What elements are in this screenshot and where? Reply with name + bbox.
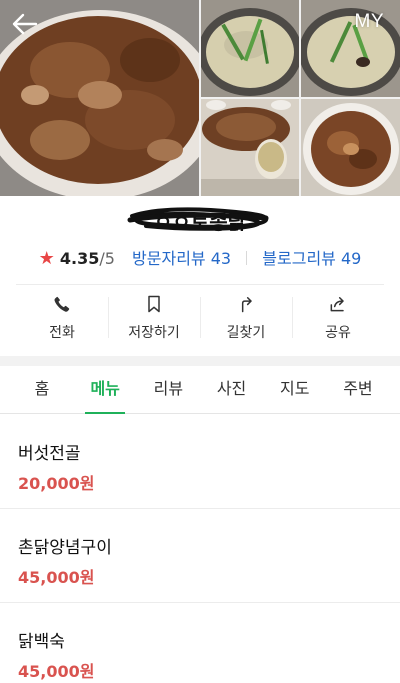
place-detail-page: MY ㅇㅇ토종닭 ★ 4.35/5 방문자리뷰 43 블로그리뷰 49 전화 저… (0, 0, 400, 683)
photo-soup-pot[interactable] (201, 0, 299, 97)
tab-home[interactable]: 홈 (12, 366, 72, 413)
visitor-reviews-link[interactable]: 방문자리뷰 43 (132, 249, 231, 268)
directions-icon (241, 296, 252, 312)
save-button[interactable]: 저장하기 (108, 285, 200, 350)
photo-stir-fry-plate[interactable] (301, 99, 400, 196)
menu-item-name: 닭백숙 (18, 632, 65, 652)
menu-item[interactable]: 촌닭양념구이 45,000원 (0, 509, 400, 603)
menu-item-price: 45,000원 (18, 568, 95, 587)
call-label: 전화 (49, 324, 75, 341)
arrow-left-icon (12, 13, 38, 35)
save-label: 저장하기 (128, 324, 180, 341)
rating-row: ★ 4.35/5 방문자리뷰 43 블로그리뷰 49 (0, 245, 400, 269)
blog-reviews-link[interactable]: 블로그리뷰 49 (262, 249, 361, 268)
tab-reviews[interactable]: 리뷰 (138, 366, 198, 413)
menu-item-price: 20,000원 (18, 474, 95, 493)
section-divider (0, 356, 400, 366)
divider (246, 251, 248, 265)
photo-gallery[interactable]: MY (0, 0, 400, 196)
menu-item[interactable]: 닭백숙 45,000원 (0, 603, 400, 683)
photo-soup-pot-2[interactable] (301, 0, 400, 97)
rating-max: /5 (99, 249, 115, 268)
tab-bar: 홈 메뉴 리뷰 사진 지도 주변 (0, 366, 400, 414)
bookmark-icon (148, 295, 160, 312)
rating-score: 4.35 (59, 249, 100, 268)
share-icon (330, 296, 344, 311)
share-label: 공유 (325, 324, 351, 341)
share-button[interactable]: 공유 (292, 285, 384, 350)
back-button[interactable] (10, 10, 40, 38)
place-info: ㅇㅇ토종닭 ★ 4.35/5 방문자리뷰 43 블로그리뷰 49 전화 저장하기… (0, 196, 400, 356)
directions-button[interactable]: 길찾기 (200, 285, 292, 350)
menu-item-name: 버섯전골 (18, 444, 81, 464)
phone-icon (54, 296, 70, 312)
tab-photos[interactable]: 사진 (202, 366, 262, 413)
redaction-scribble (127, 207, 269, 231)
menu-item-name: 촌닭양념구이 (18, 538, 112, 558)
directions-label: 길찾기 (226, 324, 266, 341)
photo-table-spread[interactable] (201, 99, 299, 196)
call-button[interactable]: 전화 (16, 285, 108, 350)
my-button[interactable]: MY (355, 11, 385, 33)
tab-menu[interactable]: 메뉴 (75, 366, 135, 414)
tab-map[interactable]: 지도 (265, 366, 325, 413)
menu-item-price: 45,000원 (18, 662, 95, 681)
action-bar: 전화 저장하기 길찾기 공유 (16, 284, 384, 350)
menu-list: 버섯전골 20,000원 촌닭양념구이 45,000원 닭백숙 45,000원 (0, 415, 400, 683)
menu-item[interactable]: 버섯전골 20,000원 (0, 415, 400, 509)
star-icon: ★ (38, 248, 55, 269)
tab-nearby[interactable]: 주변 (328, 366, 388, 413)
